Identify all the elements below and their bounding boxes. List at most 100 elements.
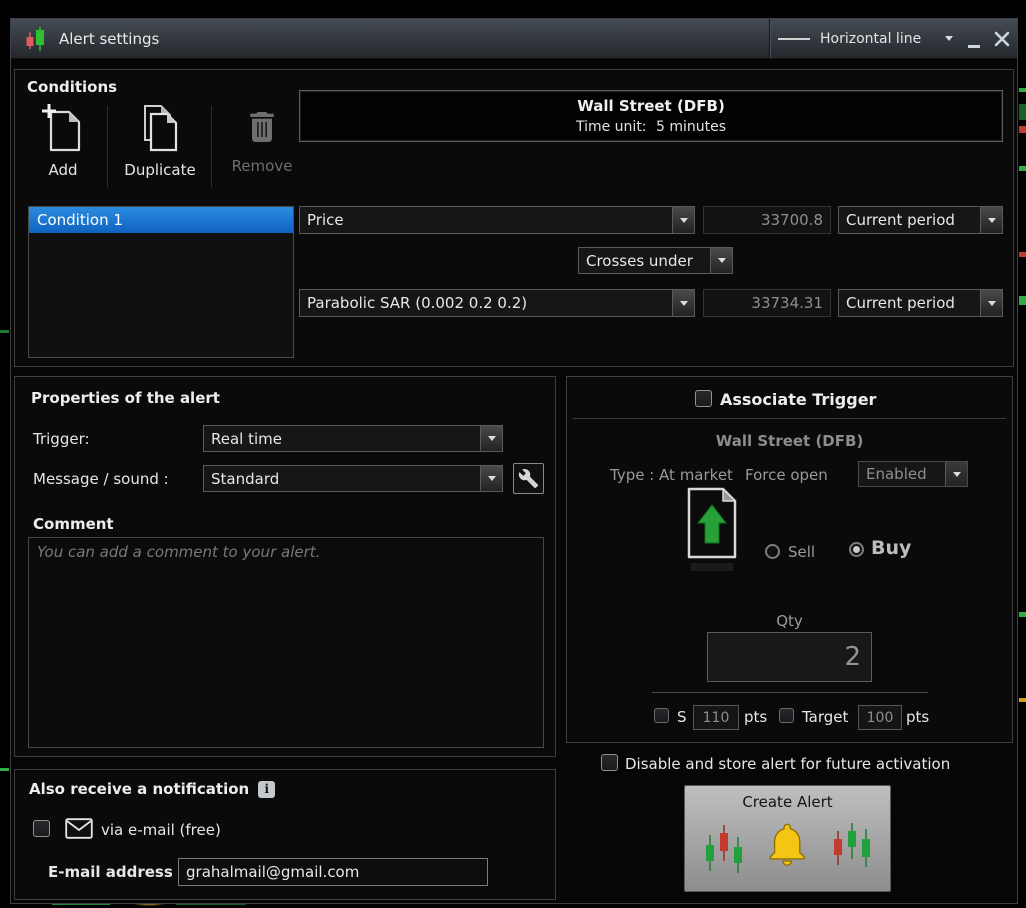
alert-properties-panel: Properties of the alert Trigger: Real ti… <box>14 376 556 757</box>
remove-condition-button: Remove <box>215 104 309 175</box>
time-unit-label: Time unit: <box>575 119 647 135</box>
condition-list-item[interactable]: Condition 1 <box>29 207 293 233</box>
condition-indicator2-dropdown[interactable]: Parabolic SAR (0.002 0.2 0.2) <box>299 289 695 317</box>
separator <box>652 692 928 693</box>
order-document-icon <box>687 487 737 571</box>
condition2-period-dropdown[interactable]: Current period <box>838 289 1003 317</box>
sell-radio <box>765 544 780 559</box>
chart-speck <box>1019 612 1026 617</box>
email-address-input[interactable] <box>178 858 488 886</box>
message-sound-label: Message / sound : <box>33 470 169 488</box>
chevron-down-icon <box>487 476 496 481</box>
stop-checkbox <box>654 708 669 723</box>
dropdown-arrow-button <box>672 207 694 233</box>
associate-trigger-checkbox[interactable] <box>695 390 712 407</box>
stop-unit-label: pts <box>744 708 768 726</box>
toolbar-separator <box>211 106 212 188</box>
chart-speck <box>1019 166 1026 171</box>
envelope-icon <box>65 818 93 839</box>
notification-panel: Also receive a notification i via e-mail… <box>14 769 556 900</box>
chart-speck <box>1019 104 1026 120</box>
time-unit-value: 5 minutes <box>655 119 727 135</box>
minimize-button[interactable] <box>963 19 985 58</box>
time-unit: Time unit: 5 minutes <box>300 119 1002 135</box>
chevron-down-icon <box>952 471 961 477</box>
notification-header: Also receive a notification <box>29 780 250 798</box>
condition-indicator1-dropdown[interactable]: Price <box>299 206 695 234</box>
condition-indicator2-value: Parabolic SAR (0.002 0.2 0.2) <box>307 294 528 312</box>
order-type-label: Type : At market <box>610 466 733 484</box>
properties-header: Properties of the alert <box>31 389 220 407</box>
message-sound-value: Standard <box>211 469 280 488</box>
condition1-period-dropdown[interactable]: Current period <box>838 206 1003 234</box>
sell-label: Sell <box>788 543 816 561</box>
titlebar[interactable]: Alert settings Horizontal line <box>11 19 1017 59</box>
remove-condition-label: Remove <box>231 157 293 175</box>
chart-speck <box>1019 296 1026 305</box>
conditions-header: Conditions <box>27 78 118 96</box>
email-checkbox[interactable] <box>33 820 50 837</box>
toolbar-separator <box>107 106 108 188</box>
target-label: Target <box>802 708 849 726</box>
disable-alert-checkbox[interactable] <box>601 754 618 771</box>
chart-speck <box>1019 252 1026 257</box>
target-checkbox <box>779 708 794 723</box>
trash-icon <box>250 112 274 142</box>
alert-settings-dialog: Alert settings Horizontal line Condition… <box>10 18 1018 904</box>
condition1-value-input <box>703 206 831 234</box>
force-open-value: Enabled <box>866 465 927 483</box>
chart-speck <box>1019 698 1026 702</box>
condition2-value-input <box>703 289 831 317</box>
chevron-down-icon <box>487 436 496 441</box>
close-button[interactable] <box>989 19 1015 58</box>
info-icon[interactable]: i <box>258 780 276 798</box>
screen-background: Alert settings Horizontal line Condition… <box>0 0 1026 908</box>
sound-settings-button[interactable] <box>513 463 544 494</box>
duplicate-condition-label: Duplicate <box>124 161 196 179</box>
chart-speck <box>0 768 9 771</box>
condition1-period-value: Current period <box>846 211 955 229</box>
dialog-title: Alert settings <box>59 29 160 48</box>
add-condition-label: Add <box>48 161 78 179</box>
chevron-down-icon <box>679 217 688 223</box>
instrument-name: Wall Street (DFB) <box>577 97 725 115</box>
minimize-icon <box>968 45 980 48</box>
stop-label: S <box>677 708 687 726</box>
bell-chart-graphic <box>705 823 870 873</box>
trigger-mode-value: Real time <box>211 429 282 448</box>
message-sound-dropdown[interactable]: Standard <box>203 465 503 492</box>
trigger-mode-dropdown[interactable]: Real time <box>203 425 503 452</box>
comment-textarea[interactable] <box>28 537 544 748</box>
close-icon <box>994 31 1010 46</box>
add-condition-button[interactable]: Add <box>21 102 105 179</box>
wrench-icon <box>518 468 539 489</box>
drawing-tool-label: Horizontal line <box>820 30 922 47</box>
dropdown-arrow-button <box>980 207 1002 233</box>
buy-label: Buy <box>871 537 912 559</box>
dropdown-arrow-button <box>672 290 694 316</box>
buy-radio <box>849 542 864 557</box>
condition-list[interactable]: Condition 1 <box>28 206 294 358</box>
conditions-panel: Conditions Add Duplicate Remove Wall Str… <box>14 69 1014 367</box>
trigger-label: Trigger: <box>33 430 90 448</box>
email-address-label: E-mail address <box>48 863 173 881</box>
qty-input <box>707 632 872 682</box>
create-alert-button[interactable]: Create Alert <box>684 785 891 892</box>
condition-operator-dropdown[interactable]: Crosses under <box>578 247 733 274</box>
candlestick-app-icon <box>26 26 44 51</box>
duplicate-condition-button[interactable]: Duplicate <box>111 102 209 179</box>
instrument-header: Wall Street (DFB) Time unit: 5 minutes <box>299 90 1003 142</box>
dropdown-arrow-button <box>710 248 732 273</box>
chart-speck <box>0 330 9 333</box>
target-unit-label: pts <box>906 708 930 726</box>
chevron-down-icon <box>987 217 996 223</box>
create-alert-label: Create Alert <box>742 793 833 811</box>
chevron-down-icon <box>945 36 953 41</box>
chevron-down-icon <box>987 300 996 306</box>
force-open-dropdown: Enabled <box>858 461 968 487</box>
associate-trigger-panel: Associate Trigger Wall Street (DFB) Type… <box>566 376 1013 743</box>
drawing-tool-dropdown[interactable]: Horizontal line <box>769 19 961 58</box>
horizontal-line-icon <box>778 37 810 40</box>
dropdown-arrow-button <box>480 426 502 451</box>
dropdown-arrow-button <box>480 466 502 491</box>
